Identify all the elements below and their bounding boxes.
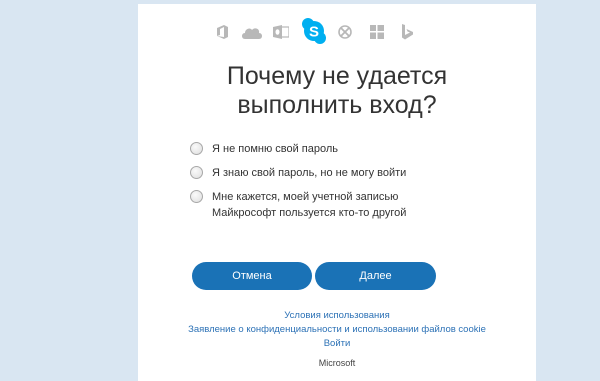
option-label: Я знаю свой пароль, но не могу войти — [212, 167, 407, 179]
next-button[interactable]: Далее — [315, 262, 436, 290]
option-account-compromised[interactable]: Мне кажется, моей учетной записью Майкро… — [190, 190, 490, 222]
title-line-2: выполнить вход? — [237, 91, 437, 119]
option-label: Я не помню свой пароль — [212, 143, 339, 155]
microsoft-brand: Microsoft — [318, 358, 356, 368]
terms-link[interactable]: Условия использования — [138, 309, 536, 323]
footer-links: Условия использования Заявление о конфид… — [138, 309, 536, 351]
svg-text:S: S — [309, 24, 319, 41]
radio-forgot-password[interactable] — [190, 142, 203, 155]
cancel-button[interactable]: Отмена — [192, 262, 312, 290]
windows-icon — [370, 25, 384, 39]
option-know-password[interactable]: Я знаю свой пароль, но не могу войти — [190, 166, 490, 182]
onedrive-icon — [242, 28, 262, 39]
xbox-icon — [338, 25, 352, 39]
radio-know-password[interactable] — [190, 166, 203, 179]
page-title: Почему не удается выполнить вход? — [138, 62, 536, 120]
title-line-1: Почему не удается — [226, 62, 448, 90]
skype-icon: S — [302, 18, 326, 44]
signin-help-panel: S Почему не удается выполнить вход? Я не… — [138, 4, 536, 381]
radio-account-compromised[interactable] — [190, 190, 203, 203]
product-icon-bar: S — [216, 18, 438, 46]
bing-icon — [402, 24, 413, 40]
privacy-link[interactable]: Заявление о конфиденциальности и использ… — [138, 323, 536, 337]
signin-link[interactable]: Войти — [138, 337, 536, 351]
option-forgot-password[interactable]: Я не помню свой пароль — [190, 142, 490, 158]
office-icon — [217, 25, 228, 39]
option-label: Мне кажется, моей учетной записью Майкро… — [212, 191, 407, 219]
outlook-icon — [273, 25, 289, 39]
